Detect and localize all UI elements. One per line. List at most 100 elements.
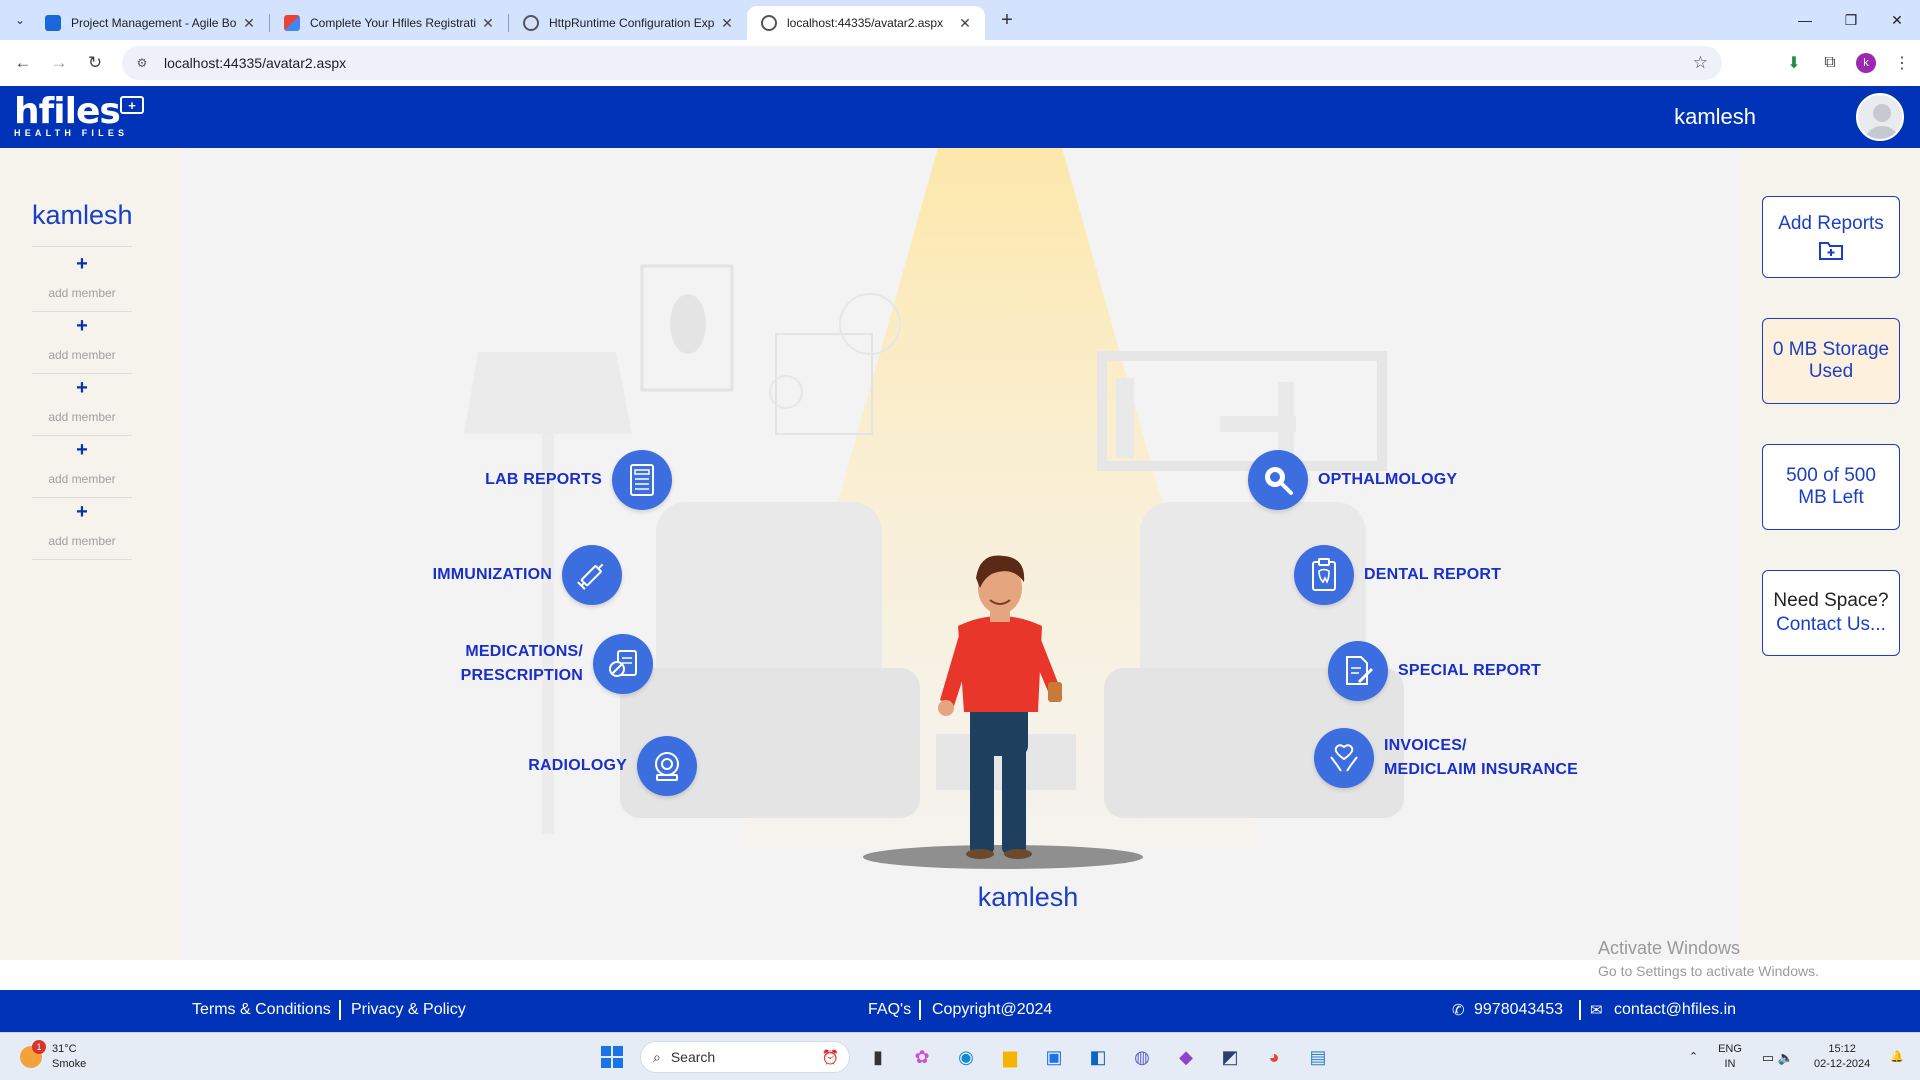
header-user-name[interactable]: kamlesh [1674, 104, 1756, 130]
copyright-text: Copyright@2024 [932, 1001, 1053, 1018]
taskbar-apps: ⌕ Search ⏰ ▮ ✿ ◉ ▆ ▣ ◧ ◍ ◆ ◩ ◕ ▤ [590, 1039, 1340, 1075]
browser-tab-3[interactable]: HttpRuntime Configuration Exp ✕ [509, 6, 747, 40]
need-space-text: Need Space? [1773, 590, 1889, 611]
site-info-icon[interactable]: ⚙ [132, 56, 152, 70]
restore-icon[interactable]: ❐ [1828, 0, 1874, 40]
toolbar-actions: ⬇ ⧉ k ⋮ [1776, 46, 1920, 80]
tab-title: Project Management - Agile Bo [71, 16, 237, 30]
download-icon[interactable]: ⬇ [1776, 46, 1812, 80]
openai-favicon-icon [523, 15, 539, 31]
reload-icon[interactable]: ↻ [78, 46, 112, 80]
storage-sidebar: Add Reports 0 MB Storage Used 500 of 500… [1740, 148, 1920, 960]
add-member-slot[interactable]: + add member [32, 498, 132, 560]
category-special-report[interactable]: SPECIAL REPORT [1328, 641, 1541, 701]
sql-server-icon[interactable]: ◩ [1212, 1039, 1248, 1075]
email-link[interactable]: contact@hfiles.in [1614, 1001, 1736, 1019]
close-tab-icon[interactable]: ✕ [241, 15, 257, 32]
frame-art [670, 294, 706, 354]
teams-icon[interactable]: ◍ [1124, 1039, 1160, 1075]
category-invoices-insurance[interactable]: INVOICES/ MEDICLAIM INSURANCE [1314, 728, 1578, 788]
syringe-icon [562, 545, 622, 605]
radiology-icon [637, 736, 697, 796]
mail-icon: ✉ [1590, 1002, 1603, 1019]
category-opthalmology[interactable]: OPTHALMOLOGY [1248, 450, 1457, 510]
header-avatar[interactable] [1856, 93, 1904, 141]
add-member-slot[interactable]: + add member [32, 312, 132, 374]
add-member-label: add member [48, 472, 116, 486]
chrome-icon[interactable]: ◕ [1256, 1039, 1292, 1075]
edge-icon[interactable]: ◉ [948, 1039, 984, 1075]
storage-left-card: 500 of 500 MB Left [1762, 444, 1900, 530]
notifications-bell-icon[interactable]: 🔔 [1890, 1050, 1904, 1065]
bill-icon [612, 450, 672, 510]
file-viewer-icon[interactable]: ▮ [860, 1039, 896, 1075]
close-window-icon[interactable]: ✕ [1874, 0, 1920, 40]
forward-icon[interactable]: → [42, 46, 76, 80]
sidebar-user-name[interactable]: kamlesh [32, 200, 133, 231]
hfiles-logo[interactable]: hfiles HEALTH FILES [14, 94, 128, 139]
close-tab-icon[interactable]: ✕ [719, 15, 735, 32]
minimize-icon[interactable]: — [1782, 0, 1828, 40]
category-medications[interactable]: MEDICATIONS/ PRESCRIPTION [461, 634, 653, 694]
store-icon[interactable]: ▣ [1036, 1039, 1072, 1075]
opthalmology-label: OPTHALMOLOGY [1318, 471, 1458, 488]
radiology-label: RADIOLOGY [528, 757, 627, 774]
notification-badge: 1 [32, 1040, 46, 1054]
tab-search-icon[interactable]: ⌄ [9, 9, 31, 31]
clock[interactable]: 15:12 02-12-2024 [1814, 1042, 1870, 1072]
lamp-shade [464, 352, 632, 434]
browser-tab-1[interactable]: Project Management - Agile Bo ✕ [31, 6, 269, 40]
weather-widget[interactable]: 1 31°C Smoke [20, 1040, 86, 1072]
search-icon: ⌕ [653, 1048, 661, 1065]
immunization-label: IMMUNIZATION [432, 566, 552, 583]
phone-number[interactable]: 9978043453 [1474, 1001, 1563, 1019]
category-radiology[interactable]: RADIOLOGY [528, 736, 697, 796]
browser-tab-4-active[interactable]: localhost:44335/avatar2.aspx ✕ [747, 6, 985, 40]
add-reports-button[interactable]: Add Reports [1762, 196, 1900, 278]
window-controls: — ❐ ✕ [1782, 0, 1920, 40]
contact-us-link[interactable]: Contact Us... [1776, 614, 1886, 636]
outlook-icon[interactable]: ◧ [1080, 1039, 1116, 1075]
new-tab-button[interactable]: + [993, 6, 1021, 34]
show-hidden-icons[interactable]: ⌃ [1689, 1050, 1698, 1065]
windows-start-icon[interactable] [594, 1039, 630, 1075]
copilot-icon[interactable]: ✿ [904, 1039, 940, 1075]
add-member-label: add member [48, 534, 116, 548]
extensions-icon[interactable]: ⧉ [1812, 46, 1848, 80]
add-member-slot[interactable]: + add member [32, 374, 132, 436]
notepad-icon[interactable]: ▤ [1300, 1039, 1336, 1075]
site-header: hfiles HEALTH FILES + kamlesh [0, 86, 1920, 148]
shelf-box [1220, 416, 1296, 432]
menu-dots-icon[interactable]: ⋮ [1884, 46, 1920, 80]
add-member-slot[interactable]: + add member [32, 250, 132, 312]
jira-favicon-icon [45, 15, 61, 31]
avatar-name: kamlesh [977, 882, 1079, 912]
profile-avatar[interactable]: k [1856, 53, 1876, 73]
category-immunization[interactable]: IMMUNIZATION [433, 545, 622, 605]
visual-studio-icon[interactable]: ◆ [1168, 1039, 1204, 1075]
bookmark-star-icon[interactable]: ☆ [1693, 53, 1708, 73]
taskbar-search-box[interactable]: ⌕ Search ⏰ [640, 1041, 850, 1073]
plus-icon: + [76, 377, 88, 399]
category-dental-report[interactable]: DENTAL REPORT [1294, 545, 1501, 605]
plus-icon: + [76, 253, 88, 275]
close-tab-icon[interactable]: ✕ [957, 15, 973, 32]
file-explorer-icon[interactable]: ▆ [992, 1039, 1028, 1075]
browser-tab-2[interactable]: Complete Your Hfiles Registrati ✕ [270, 6, 508, 40]
wall-circle [769, 375, 803, 409]
network-volume-icon[interactable]: ▭ 🔈 [1762, 1050, 1794, 1065]
add-member-label: add member [48, 410, 116, 424]
category-lab-reports[interactable]: LAB REPORTS [485, 450, 672, 510]
add-member-slot[interactable]: + add member [32, 436, 132, 498]
terms-link[interactable]: Terms & Conditions [192, 1001, 331, 1019]
privacy-link[interactable]: Privacy & Policy [351, 1001, 466, 1019]
close-tab-icon[interactable]: ✕ [480, 15, 496, 32]
back-icon[interactable]: ← [6, 46, 40, 80]
browser-toolbar: ← → ↻ ⚙ localhost:44335/avatar2.aspx ☆ ⬇… [0, 40, 1920, 86]
address-bar[interactable]: ⚙ localhost:44335/avatar2.aspx ☆ [122, 46, 1722, 80]
invoices-label-line2: MEDICLAIM INSURANCE [1384, 761, 1579, 778]
language-indicator[interactable]: ENG IN [1718, 1042, 1742, 1072]
gmail-favicon-icon [284, 15, 300, 31]
footer-divider [919, 1000, 921, 1020]
faqs-link[interactable]: FAQ's [868, 1001, 911, 1019]
